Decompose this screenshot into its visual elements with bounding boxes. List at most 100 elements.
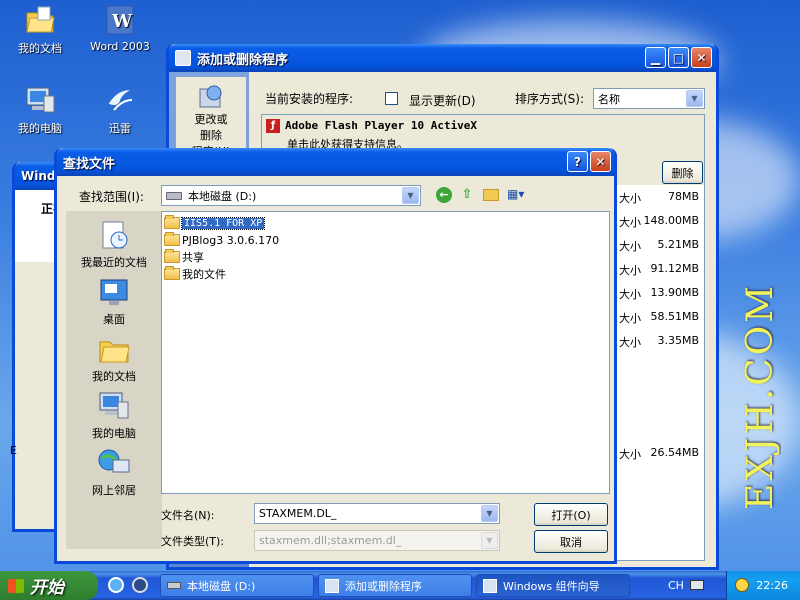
dialog-titlebar[interactable]: 查找文件 ? ✕ — [57, 148, 614, 176]
place-network[interactable]: 网上邻居 — [66, 446, 162, 498]
file-item[interactable]: 共享 — [164, 249, 204, 265]
start-button[interactable]: 开始 — [0, 571, 98, 600]
minimize-button[interactable]: ▁ — [645, 47, 666, 68]
size-row: 大小 91.12MB — [619, 262, 705, 278]
place-label: 我的文档 — [92, 370, 136, 383]
size-value: 3.35MB — [657, 334, 699, 347]
filetype-select: staxmem.dll;staxmem.dl_ ▼ — [254, 530, 500, 551]
file-item-name: 共享 — [182, 251, 204, 264]
svg-text:W: W — [111, 11, 133, 32]
size-value: 148.00MB — [643, 214, 699, 227]
up-folder-icon[interactable]: ⇧ — [459, 187, 475, 203]
size-row: 大小 148.00MB — [619, 214, 705, 230]
size-value: 13.90MB — [650, 286, 699, 299]
sort-value: 名称 — [598, 92, 620, 106]
filetype-label: 文件类型(T): — [161, 535, 225, 548]
clock: 22:26 — [756, 579, 788, 592]
size-label: 大小 — [619, 288, 641, 301]
folder-icon — [164, 232, 180, 246]
file-list[interactable]: IIS5.1 FOR XP PJBlog3 3.0.6.170 共享 我的文件 — [161, 211, 610, 494]
place-my-computer[interactable]: 我的电脑 — [66, 389, 162, 441]
place-label: 我最近的文档 — [81, 256, 147, 269]
folder-icon — [24, 4, 56, 36]
desktop-icon-my-computer[interactable]: 我的电脑 — [0, 84, 80, 136]
size-label: 大小 — [619, 336, 641, 349]
size-row: 大小 26.54MB — [619, 446, 705, 462]
find-file-dialog[interactable]: 查找文件 ? ✕ 查找范围(I): 本地磁盘 (D:) ▼ ← ⇧ ▦▾ 我最近… — [54, 148, 617, 564]
computer-icon — [24, 84, 56, 116]
look-in-value: 本地磁盘 (D:) — [188, 189, 257, 203]
size-value: 91.12MB — [650, 262, 699, 275]
open-button[interactable]: 打开(O) — [534, 503, 608, 526]
side-button-label: 更改或 — [194, 113, 228, 126]
folder-icon — [97, 332, 131, 366]
install-icon — [196, 81, 226, 111]
desktop-icon — [97, 275, 131, 309]
system-tray: 22:26 — [726, 571, 800, 600]
watermark-text: EXJH.COM — [740, 282, 781, 510]
desktop-icon-xunlei[interactable]: 迅雷 — [80, 84, 160, 136]
help-button[interactable]: ? — [567, 151, 588, 172]
desktop-icon-label: Word 2003 — [90, 40, 150, 53]
program-icon — [483, 578, 497, 593]
size-row: 大小 13.90MB — [619, 286, 705, 302]
tray-icon[interactable] — [735, 578, 749, 592]
drive-icon — [167, 582, 181, 589]
task-add-remove[interactable]: 添加或删除程序 — [318, 574, 472, 597]
place-recent[interactable]: 我最近的文档 — [66, 218, 162, 270]
place-label: 网上邻居 — [92, 484, 136, 497]
file-item[interactable]: PJBlog3 3.0.6.170 — [164, 232, 279, 248]
maximize-button[interactable]: □ — [668, 47, 689, 68]
task-label: 本地磁盘 (D:) — [187, 579, 256, 593]
chevron-down-icon[interactable]: ▼ — [402, 187, 419, 204]
task-local-disk[interactable]: 本地磁盘 (D:) — [160, 574, 314, 597]
size-value: 78MB — [667, 190, 699, 203]
recent-documents-icon — [97, 218, 131, 252]
new-folder-icon[interactable] — [483, 189, 499, 201]
desktop-icon-my-documents[interactable]: 我的文档 — [0, 4, 80, 56]
quicklaunch-ie-icon[interactable] — [108, 577, 124, 593]
remove-button[interactable]: 删除 — [662, 161, 703, 184]
chevron-down-icon[interactable]: ▼ — [686, 90, 703, 107]
views-menu-icon[interactable]: ▦▾ — [507, 187, 529, 203]
file-item-name: IIS5.1 FOR XP — [180, 216, 266, 230]
sort-label: 排序方式(S): — [515, 92, 585, 106]
back-icon[interactable]: ← — [436, 187, 452, 203]
folder-icon — [164, 266, 180, 280]
windows-logo-icon — [8, 578, 24, 593]
desktop-icon-label: 我的电脑 — [18, 122, 62, 135]
task-label: Windows 组件向导 — [503, 579, 600, 593]
language-indicator[interactable]: CH — [668, 579, 684, 592]
filetype-value: staxmem.dll;staxmem.dl_ — [259, 534, 402, 547]
change-remove-programs-button[interactable]: 更改或 删除 程序(H) — [175, 76, 247, 158]
size-label: 大小 — [619, 264, 641, 277]
folder-icon — [164, 215, 180, 229]
close-button[interactable]: ✕ — [590, 151, 611, 172]
desktop-icon-word[interactable]: W Word 2003 — [80, 4, 160, 53]
cancel-button[interactable]: 取消 — [534, 530, 608, 553]
show-updates-checkbox[interactable] — [385, 92, 398, 105]
sort-select[interactable]: 名称 ▼ — [593, 88, 705, 109]
folder-icon — [164, 249, 180, 263]
computer-icon — [97, 389, 131, 423]
side-button-label: 删除 — [200, 129, 222, 142]
keyboard-icon[interactable] — [690, 580, 704, 590]
file-item[interactable]: IIS5.1 FOR XP — [164, 215, 266, 231]
selected-program-name: Adobe Flash Player 10 ActiveX — [285, 119, 478, 132]
filename-input[interactable]: STAXMEM.DL_ ▼ — [254, 503, 500, 524]
arp-app-icon — [175, 50, 191, 66]
place-desktop[interactable]: 桌面 — [66, 275, 162, 327]
taskbar: 开始 本地磁盘 (D:) 添加或删除程序 Windows 组件向导 CH 22:… — [0, 571, 800, 600]
file-item[interactable]: 我的文件 — [164, 266, 226, 282]
close-button[interactable]: ✕ — [691, 47, 712, 68]
installed-programs-label: 当前安装的程序: — [265, 92, 354, 106]
desktop: 我的文档 W Word 2003 我的电脑 迅雷 EXJH.COM 添加或删除程… — [0, 0, 800, 600]
chevron-down-icon: ▼ — [481, 532, 498, 549]
file-item-name: PJBlog3 3.0.6.170 — [182, 233, 280, 247]
chevron-down-icon[interactable]: ▼ — [481, 505, 498, 522]
arp-titlebar[interactable]: 添加或删除程序 ▁ □ ✕ — [169, 44, 716, 72]
quicklaunch-media-icon[interactable] — [132, 577, 148, 593]
task-components-wizard[interactable]: Windows 组件向导 — [476, 574, 630, 597]
look-in-select[interactable]: 本地磁盘 (D:) ▼ — [161, 185, 421, 206]
place-my-documents[interactable]: 我的文档 — [66, 332, 162, 384]
